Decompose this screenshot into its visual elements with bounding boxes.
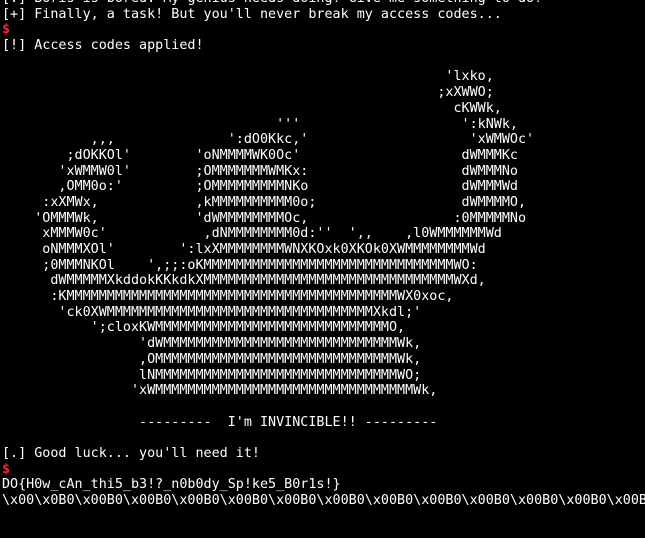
terminal-line: [!] Access codes applied! (2, 38, 204, 54)
terminal-line: DO{H0w_cAn_thi5_b3!?_n0b0dy_Sp!ke5_B0r1s… (2, 477, 341, 493)
ascii-art-line: ;0MMMNKOl ',;;:oKMMMMMMMMMMMMMMMMMMMMMMM… (2, 257, 478, 273)
ascii-art-line: :KMMMMMMMMMMMMMMMMMMMMMMMMMMMMMMMMMMMMMM… (2, 289, 454, 305)
ascii-art-line: 'xWMMMMMMMMMMMMMMMMMMMMMMMMMMMMMMMMWk, (2, 383, 438, 399)
terminal-line: --------- I'm INVINCIBLE!! --------- (2, 414, 438, 430)
ascii-art-line: 'dWMMMMMMMMMMMMMMMMMMMMMMMMMMMMMWk, (2, 336, 422, 352)
ascii-art-line: ''' ':kNWk, (2, 116, 518, 132)
shell-prompt: $ (2, 22, 11, 38)
ascii-art-line: 'lxko, (2, 69, 494, 85)
ascii-art-line: ,,, ':dO0Kkc,' 'xWMWOc' (2, 132, 535, 148)
ascii-art-line: ,OMMMMMMMMMMMMMMMMMMMMMMMMMMMMMMWk, (2, 351, 422, 367)
ascii-art-line: ';cloxKWMMMMMMMMMMMMMMMMMMMMMMMMMMMMMO, (2, 320, 406, 336)
ascii-art-line: 'ck0XWMMMMMMMMMMMMMMMMMMMMMMMMMMMMMMMMMX… (2, 304, 422, 320)
ascii-art-line: dWMMMMMXkddokKKkdkXMMMMMMMMMMMMMMMMMMMMM… (2, 273, 486, 289)
terminal-window[interactable]: [.] Boris is bored. My genius needs doin… (0, 0, 645, 538)
ascii-art-line: xMMMW0c' ,dNMMMMMMMM0d:'' ',, ,l0WMMMMMM… (2, 226, 502, 242)
ascii-art-line: 'OMMMWk, 'dWMMMMMMMMOc, :0MMMMMNo (2, 210, 527, 226)
terminal-line: [.] Boris is bored. My genius needs doin… (2, 0, 645, 7)
ascii-art-line: ,OMM0o:' ;OMMMMMMMMMNKo dWMMMWd (2, 179, 518, 195)
terminal-line: [+] Finally, a task! But you'll never br… (2, 6, 502, 22)
ascii-art-line: lNMMMMMMMMMMMMMMMMMMMMMMMMMMMMMMWO; (2, 367, 422, 383)
shell-prompt: $ (2, 461, 11, 477)
ascii-art-line: oNMMMXOl' ':lxXMMMMMMMMWNXKOxk0XKOk0XWMM… (2, 242, 486, 257)
ascii-art-line: ;dOKKOl' 'oNMMMMWK0Oc' dWMMMKc (2, 147, 518, 163)
terminal-output: [.] Boris is bored. My genius needs doin… (2, 0, 645, 509)
ascii-art-line: 'xWMMW0l' ;OMMMMMMMWMKx: dWMMMNo (2, 163, 518, 179)
terminal-line: [.] Good luck... you'll need it! (2, 445, 260, 461)
ascii-art-line: ;xXWWO; (2, 85, 494, 101)
ascii-art-line: cKWWk, (2, 100, 502, 116)
terminal-line: \x00\x0B0\x00B0\x00B0\x00B0\x00B0\x00B0\… (2, 493, 645, 508)
ascii-art-line: :xXMWx, ,kMMMMMMMMMM0o; dWMMMMO, (2, 194, 527, 210)
